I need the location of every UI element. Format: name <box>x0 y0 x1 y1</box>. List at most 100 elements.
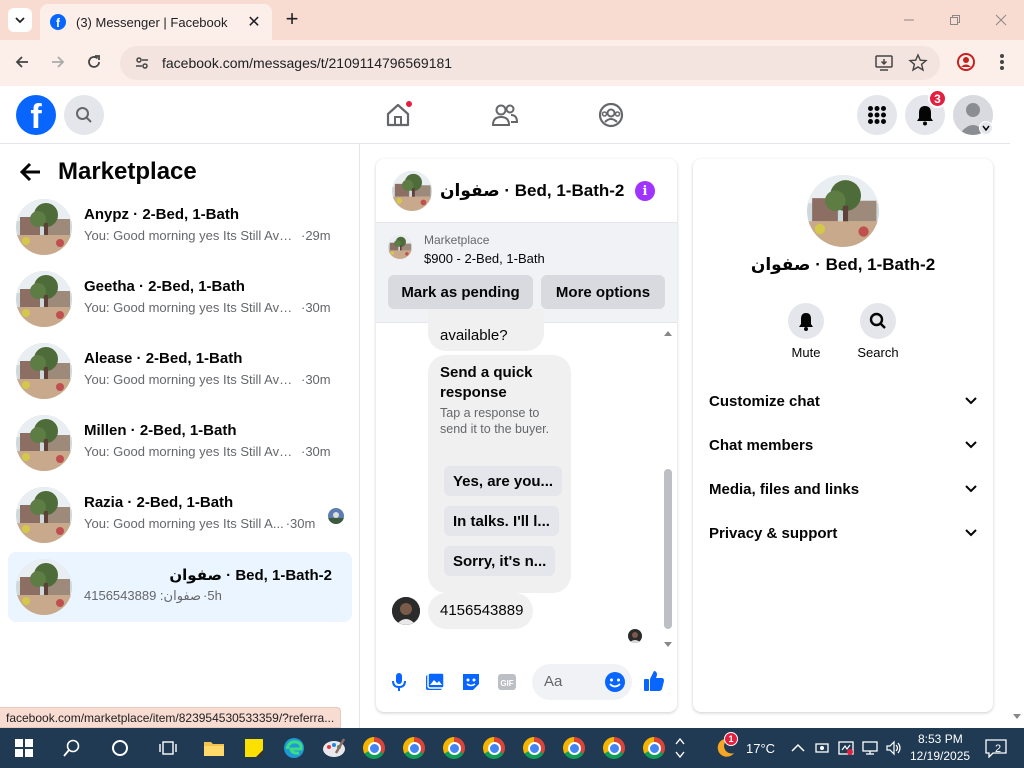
chrome-taskbar-icon[interactable] <box>362 736 386 760</box>
edge-taskbar-icon[interactable] <box>282 736 306 760</box>
menu-button[interactable] <box>857 95 897 135</box>
install-app-icon[interactable] <box>874 53 894 73</box>
quick-response-card: Send a quick response Tap a response to … <box>428 355 571 593</box>
row-label: Chat members <box>709 436 814 454</box>
quick-reply-sorry-button[interactable]: Sorry, it's n... <box>444 546 556 576</box>
browser-tab[interactable]: f (3) Messenger | Facebook ✕ <box>40 4 272 40</box>
chrome-icon <box>443 737 465 759</box>
address-bar[interactable]: facebook.com/messages/t/2109114796569181 <box>120 46 940 80</box>
tray-app-icon[interactable] <box>813 736 831 760</box>
conversation-info-icon[interactable]: i <box>635 181 655 201</box>
task-view-button[interactable] <box>156 736 180 760</box>
listing-price[interactable]: $900 - 2-Bed, 1-Bath <box>424 251 545 266</box>
thread-scrollbar[interactable] <box>663 329 673 649</box>
sticky-notes-taskbar-icon[interactable] <box>242 736 266 760</box>
chrome-taskbar-icon[interactable] <box>522 736 546 760</box>
forward-button[interactable] <box>44 48 72 76</box>
scroll-down-icon[interactable] <box>1010 712 1024 722</box>
listing-thumbnail[interactable] <box>388 235 412 259</box>
close-window-button[interactable] <box>978 0 1024 40</box>
chat-members-row[interactable]: Chat members <box>693 425 993 465</box>
search-icon <box>76 107 92 123</box>
conversation-item[interactable]: Alease · 2-Bed, 1-Bath You: Good morning … <box>8 336 352 406</box>
taskbar-search-button[interactable] <box>60 736 84 760</box>
conversation-item[interactable]: Razia · 2-Bed, 1-Bath You: Good morning y… <box>8 480 352 550</box>
sender-avatar[interactable] <box>392 597 420 625</box>
chrome-taskbar-icon[interactable] <box>562 736 586 760</box>
thumbs-up-icon[interactable] <box>642 669 666 693</box>
conversation-item[interactable]: Anypz · 2-Bed, 1-Bath You: Good morning y… <box>8 192 352 262</box>
start-button[interactable] <box>12 736 36 760</box>
bookmark-star-icon[interactable] <box>908 53 928 73</box>
media-files-links-row[interactable]: Media, files and links <box>693 469 993 509</box>
emoji-icon[interactable] <box>604 671 626 693</box>
voice-clip-icon[interactable] <box>388 671 410 693</box>
back-button[interactable] <box>8 48 36 76</box>
more-options-button[interactable]: More options <box>541 275 665 309</box>
profile-button[interactable] <box>954 50 978 74</box>
reload-button[interactable] <box>80 48 108 76</box>
chrome-icon <box>563 737 585 759</box>
browser-menu-button[interactable] <box>990 50 1014 74</box>
quick-reply-in-talks-button[interactable]: In talks. I'll l... <box>444 506 559 536</box>
restore-button[interactable] <box>932 0 978 40</box>
chrome-taskbar-icon[interactable] <box>482 736 506 760</box>
volume-icon[interactable] <box>885 736 903 760</box>
tab-search-button[interactable] <box>8 8 32 32</box>
customize-chat-row[interactable]: Customize chat <box>693 381 993 421</box>
show-hidden-icons-button[interactable] <box>789 736 807 760</box>
scroll-down-icon[interactable] <box>663 641 673 649</box>
search-in-conversation-button[interactable]: Search <box>850 303 906 360</box>
preview-timestamp: ·30m <box>301 300 331 315</box>
message-input[interactable]: Aa <box>532 664 632 700</box>
chrome-taskbar-icon[interactable] <box>442 736 466 760</box>
minimize-button[interactable] <box>886 0 932 40</box>
chrome-taskbar-icon[interactable] <box>402 736 426 760</box>
sticker-icon[interactable] <box>460 671 482 693</box>
photo-attach-icon[interactable] <box>424 671 446 693</box>
facebook-logo[interactable]: f <box>16 95 56 135</box>
chevron-down-icon <box>982 125 990 132</box>
quick-reply-yes-button[interactable]: Yes, are you... <box>444 466 563 496</box>
groups-nav-button[interactable] <box>596 100 626 130</box>
privacy-support-row[interactable]: Privacy & support <box>693 513 993 553</box>
chrome-taskbar-icon[interactable] <box>642 736 666 760</box>
gif-icon[interactable]: GIF <box>496 671 518 693</box>
site-settings-icon[interactable] <box>134 55 150 71</box>
friends-nav-button[interactable] <box>490 100 520 130</box>
chrome-icon <box>523 737 545 759</box>
preview-timestamp: ·5h <box>203 588 222 603</box>
chrome-icon <box>363 737 385 759</box>
scroll-up-icon[interactable] <box>663 329 673 337</box>
chat-listing-thumbnail[interactable] <box>392 171 432 211</box>
home-nav-button[interactable] <box>383 100 413 130</box>
network-icon[interactable] <box>861 736 879 760</box>
conversation-item[interactable]: صفوان · Bed, 1-Bath-2 صفوان: 4156543889·5… <box>8 552 352 622</box>
account-dropdown-button[interactable] <box>979 121 993 135</box>
conversation-item[interactable]: Millen · 2-Bed, 1-Bath You: Good morning … <box>8 408 352 478</box>
mark-as-pending-button[interactable]: Mark as pending <box>388 275 533 309</box>
chrome-taskbar-icon[interactable] <box>602 736 626 760</box>
clock-time[interactable]: 8:53 PM <box>918 732 963 746</box>
page-scrollbar[interactable] <box>1010 86 1024 728</box>
marketplace-header: Marketplace <box>20 158 197 186</box>
paint-taskbar-icon[interactable] <box>322 736 346 760</box>
scrollbar-thumb[interactable] <box>664 469 672 629</box>
back-arrow-icon[interactable] <box>20 162 42 182</box>
chat-title[interactable]: صفوان · Bed, 1-Bath-2 <box>440 181 624 201</box>
conversation-item[interactable]: Geetha · 2-Bed, 1-Bath You: Good morning … <box>8 264 352 334</box>
search-facebook-button[interactable] <box>64 95 104 135</box>
taskbar-scroll-button[interactable] <box>673 736 687 760</box>
weather-temperature[interactable]: 17°C <box>746 741 775 756</box>
new-tab-button[interactable]: + <box>282 8 302 30</box>
listing-avatar[interactable] <box>807 175 879 247</box>
tray-security-icon[interactable] <box>837 736 855 760</box>
preview-text: You: Good morning yes Its Still Avail... <box>84 228 299 243</box>
mute-button[interactable]: Mute <box>778 303 834 360</box>
arrow-left-icon <box>15 56 28 68</box>
clock-date[interactable]: 12/19/2025 <box>910 749 970 763</box>
chat-panel: صفوان · Bed, 1-Bath-2 i Marketplace $900… <box>376 159 677 712</box>
tab-close-icon[interactable]: ✕ <box>246 12 262 32</box>
cortana-button[interactable] <box>108 736 132 760</box>
file-explorer-taskbar-icon[interactable] <box>202 736 226 760</box>
